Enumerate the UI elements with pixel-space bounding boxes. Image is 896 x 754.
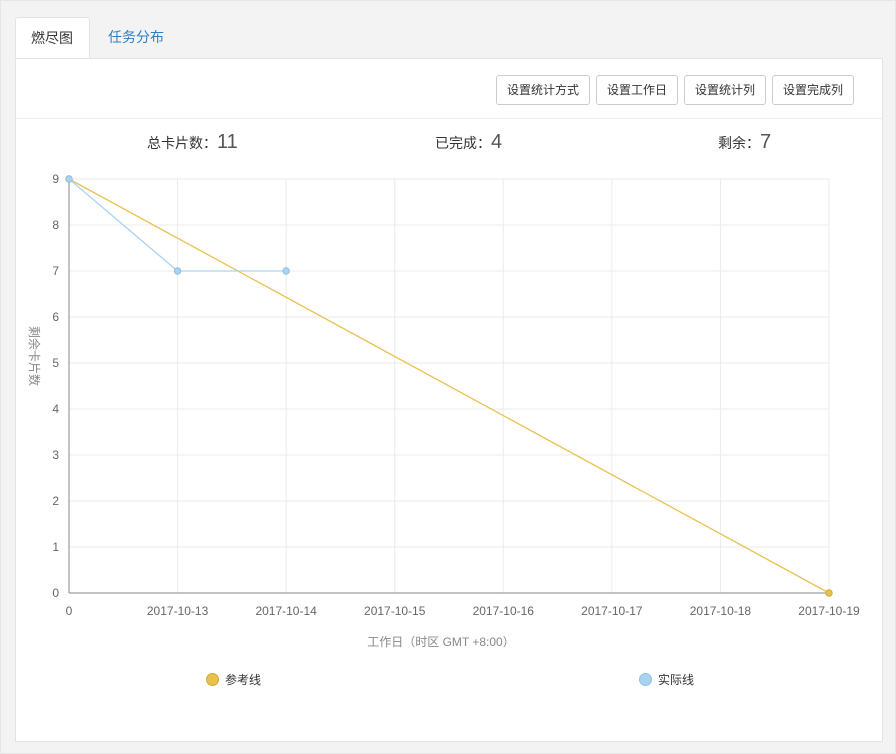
x-tick-label: 2017-10-14 <box>255 604 317 618</box>
burndown-chart: 0 1 2 3 4 5 6 7 8 9 0 2017-10-13 2017-10-14 2017-10-1… <box>27 172 860 649</box>
y-tick-label: 0 <box>52 586 59 600</box>
legend-reference-label: 参考线 <box>225 673 262 687</box>
y-axis-title: 剩余卡片数 <box>27 326 42 386</box>
y-tick-label: 4 <box>52 402 59 416</box>
y-tick-label: 7 <box>52 264 59 278</box>
y-tick-label: 6 <box>52 310 59 324</box>
y-tick-label: 3 <box>52 448 59 462</box>
series-line-0 <box>68 178 830 594</box>
y-tick-label: 2 <box>52 494 59 508</box>
y-tick-label: 8 <box>52 218 59 232</box>
x-tick-label: 2017-10-16 <box>473 604 535 618</box>
y-tick-label: 9 <box>52 172 59 186</box>
tab-burndown[interactable]: 燃尽图 <box>15 17 90 58</box>
data-point <box>282 267 290 275</box>
x-tick-label: 2017-10-18 <box>690 604 752 618</box>
legend-actual[interactable]: 实际线 <box>639 671 694 688</box>
x-tick-label: 2017-10-13 <box>147 604 209 618</box>
x-tick-label: 2017-10-19 <box>798 604 860 618</box>
data-point <box>65 175 73 183</box>
x-tick-label: 2017-10-17 <box>581 604 643 618</box>
app-frame: 燃尽图 任务分布 设置统计方式 设置工作日 设置统计列 设置完成列 总卡片数：11 已… <box>0 0 896 754</box>
x-tick-label: 2017-10-15 <box>364 604 426 618</box>
legend-actual-label: 实际线 <box>658 673 695 687</box>
tab-task-distribution[interactable]: 任务分布 <box>93 17 179 58</box>
x-tick-label: 0 <box>66 604 73 618</box>
y-tick-label: 1 <box>52 540 59 554</box>
x-axis-title: 工作日（时区 GMT +8:00） <box>367 635 514 649</box>
data-point <box>173 267 182 275</box>
chart-panel: 设置统计方式 设置工作日 设置统计列 设置完成列 总卡片数：11 已完成：4 剩余：7… <box>15 58 883 742</box>
data-point <box>825 589 833 597</box>
legend-actual-swatch <box>639 673 652 686</box>
legend-reference-swatch <box>206 673 219 686</box>
tab-bar: 燃尽图 任务分布 <box>15 17 883 59</box>
legend-reference[interactable]: 参考线 <box>206 671 261 688</box>
y-tick-label: 5 <box>52 356 59 370</box>
